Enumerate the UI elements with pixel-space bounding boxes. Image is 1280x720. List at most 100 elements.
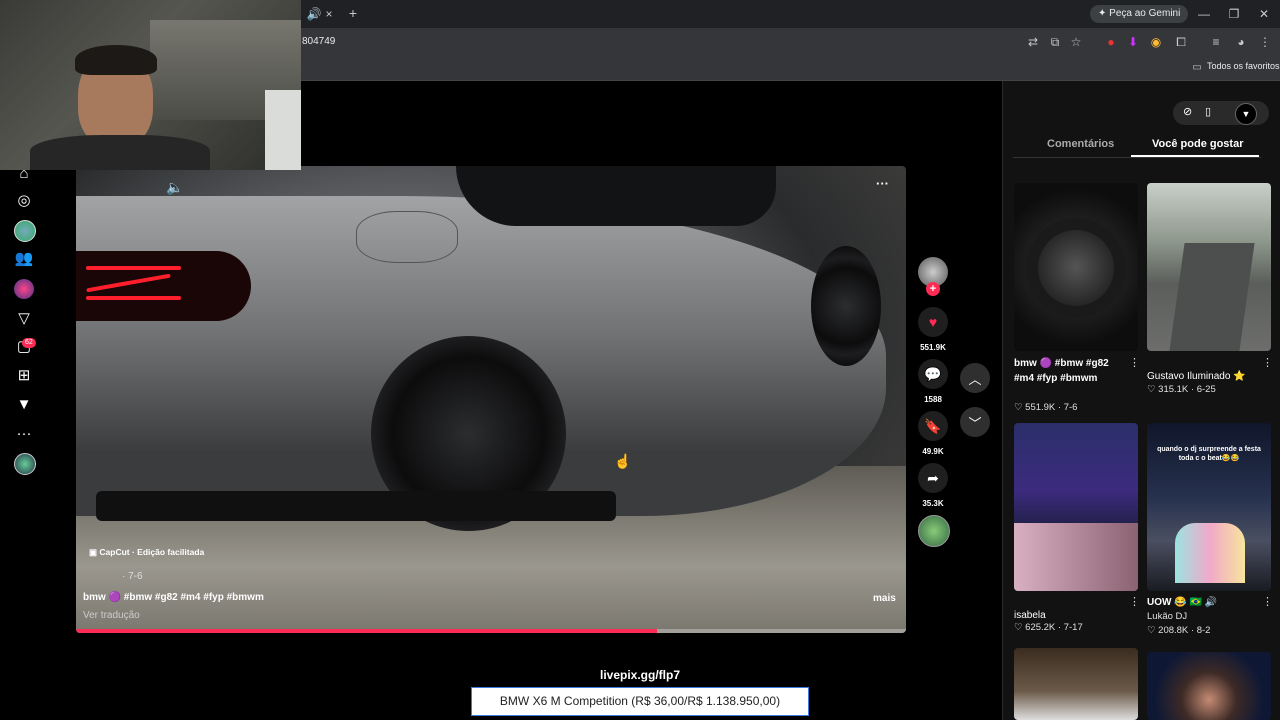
fuel-cap	[356, 211, 458, 263]
follow-plus-icon[interactable]: +	[926, 282, 940, 296]
video-thumbnail[interactable]	[1014, 423, 1138, 591]
card-likes: 551.9K	[1025, 402, 1056, 413]
install-icon[interactable]: ⧉	[1046, 34, 1064, 50]
card-meta: ♡ 315.1K · 6-25	[1147, 384, 1216, 395]
car-window	[456, 166, 776, 226]
more-icon[interactable]: ···	[13, 423, 35, 445]
video-caption: bmw 🟣 #bmw #g82 #m4 #fyp #bmwm	[83, 592, 264, 603]
card-likes: 315.1K	[1158, 384, 1189, 395]
video-thumbnail[interactable]: quando o dj surpreende a festa toda c o …	[1147, 423, 1271, 591]
video-thumbnail[interactable]	[1014, 648, 1138, 720]
save-button[interactable]: 🔖	[918, 411, 948, 441]
send-icon[interactable]: ▽	[13, 308, 35, 330]
tab-you-may-like[interactable]: Você pode gostar	[1152, 138, 1243, 150]
tab-close-icon[interactable]: ×	[320, 6, 338, 22]
gemini-button[interactable]: ✦ Peça ao Gemini	[1090, 5, 1189, 23]
menu-icon[interactable]: ⋮	[1256, 34, 1274, 50]
right-panel: ⊘ ▯ ▼ Comentários Você pode gostar bmw 🟣…	[1002, 81, 1280, 720]
share-button[interactable]: ➦	[918, 463, 948, 493]
card-title[interactable]: UOW 😂 🇧🇷 🔊	[1147, 595, 1217, 610]
device-icon[interactable]: ▯	[1205, 105, 1211, 118]
comment-count: 1588	[924, 395, 942, 404]
following-icon[interactable]: 👥	[13, 248, 35, 270]
extension-red-icon[interactable]: ●	[1102, 34, 1120, 50]
mouse-cursor-icon: ☝	[614, 453, 632, 469]
translate-icon[interactable]: ⇄	[1024, 34, 1042, 50]
volume-icon[interactable]: 🔈	[166, 179, 183, 196]
card-meta: ♡ 625.2K · 7-17	[1014, 622, 1083, 633]
tail-light	[76, 251, 251, 321]
card-title[interactable]: isabela	[1014, 608, 1046, 623]
light-stripe	[86, 266, 181, 270]
comment-button[interactable]: 💬	[918, 359, 948, 389]
card-menu-icon[interactable]: ⋮	[1129, 356, 1140, 369]
card-author[interactable]: Lukão DJ	[1147, 611, 1187, 622]
explore-icon[interactable]: ◎	[13, 190, 35, 212]
card-menu-icon[interactable]: ⋮	[1262, 595, 1273, 608]
avatar[interactable]	[14, 279, 34, 299]
logo-icon[interactable]: ▼	[13, 394, 35, 416]
color-extension-icon[interactable]: ◉	[1147, 34, 1165, 50]
next-video-button[interactable]: ﹀	[960, 407, 990, 437]
download-extension-icon[interactable]: ⬇	[1124, 34, 1142, 50]
webcam-person-shirt	[30, 135, 210, 170]
card-date: 7-17	[1063, 622, 1083, 633]
panel-toolbar: ⊘ ▯ ▼	[1173, 101, 1269, 125]
left-rail: ⌂ ◎ 👥 ▽ ▢ ⊞ ▼ ···	[0, 165, 48, 495]
previous-video-button[interactable]: ︿	[960, 363, 990, 393]
puzzle-icon[interactable]: ⧠	[1172, 34, 1190, 50]
avatar[interactable]	[14, 453, 36, 475]
webcam-overlay	[0, 0, 301, 170]
translate-link[interactable]: Ver tradução	[83, 610, 140, 621]
video-thumbnail[interactable]	[1147, 183, 1271, 351]
card-menu-icon[interactable]: ⋮	[1262, 356, 1273, 369]
front-wheel	[811, 246, 881, 366]
capcut-icon: ▣	[89, 547, 98, 557]
tab-divider	[1013, 157, 1261, 158]
all-bookmarks-label[interactable]: Todos os favoritos	[1207, 61, 1280, 71]
gemini-label: Peça ao Gemini	[1109, 8, 1181, 19]
video-menu-icon[interactable]: ···	[876, 176, 889, 191]
upload-icon[interactable]: ⊞	[13, 365, 35, 387]
comment-icon: 💬	[924, 365, 942, 382]
light-stripe	[86, 296, 181, 300]
chevron-up-icon: ︿	[968, 371, 982, 387]
more-link[interactable]: mais	[873, 593, 896, 604]
card-title[interactable]: Gustavo Iluminado ⭐	[1147, 369, 1262, 384]
active-tab-indicator	[1131, 155, 1259, 157]
like-button[interactable]: ♥	[918, 307, 948, 337]
card-title[interactable]: bmw 🟣 #bmw #g82 #m4 #fyp #bmwm	[1014, 356, 1129, 386]
restore-icon[interactable]: ❐	[1225, 6, 1243, 22]
chevron-down-icon: ﹀	[968, 415, 982, 431]
tab-comments[interactable]: Comentários	[1047, 138, 1114, 150]
video-thumbnail[interactable]	[1014, 183, 1138, 351]
card-likes: 625.2K	[1025, 622, 1056, 633]
settings-icon[interactable]: ⊘	[1183, 105, 1192, 118]
car-detail	[1014, 523, 1138, 591]
minimize-icon[interactable]: —	[1195, 6, 1213, 22]
save-count: 49.9K	[922, 447, 944, 456]
bookmark-icon: 🔖	[924, 417, 942, 434]
card-date: 7-6	[1063, 402, 1078, 413]
progress-track[interactable]	[76, 629, 906, 633]
webcam-person-hair	[75, 45, 157, 75]
capcut-text: CapCut · Edição facilitada	[99, 547, 205, 557]
close-window-icon[interactable]: ✕	[1255, 6, 1273, 22]
card-likes: 208.8K	[1158, 625, 1189, 636]
video-thumbnail[interactable]	[1147, 652, 1271, 720]
video-player[interactable]: 🔈 ··· ▣ CapCut · Edição facilitada · 7-6…	[76, 166, 906, 633]
media-icon[interactable]: ≡	[1207, 34, 1225, 50]
light-stripe	[86, 273, 171, 293]
card-date: 8-2	[1196, 625, 1211, 636]
like-count: 551.9K	[920, 343, 946, 352]
avatar[interactable]	[14, 220, 36, 242]
video-date: · 7-6	[122, 571, 143, 582]
account-avatar[interactable]: ▼	[1235, 103, 1257, 125]
card-menu-icon[interactable]: ⋮	[1129, 595, 1140, 608]
profile-icon[interactable]: ◕	[1232, 34, 1250, 50]
music-avatar[interactable]	[918, 515, 950, 547]
new-tab-icon[interactable]: +	[344, 5, 362, 21]
webcam-door	[265, 90, 301, 170]
star-icon[interactable]: ☆	[1067, 34, 1085, 50]
road	[1169, 243, 1255, 351]
